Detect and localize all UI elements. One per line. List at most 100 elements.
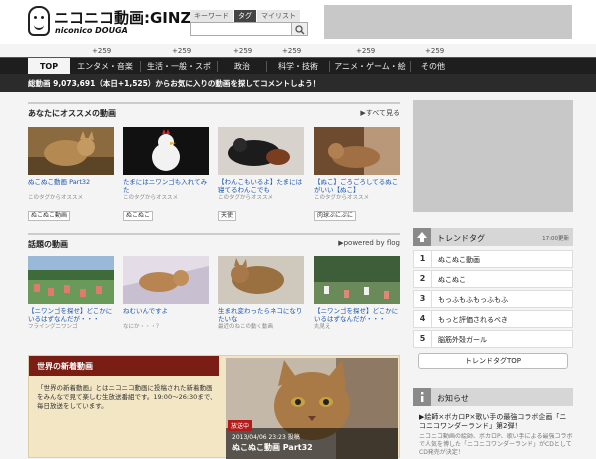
- video-title[interactable]: ぬこぬこ動画 Part32: [28, 178, 114, 194]
- search-tabs: キーワード タグ マイリスト: [190, 10, 301, 22]
- video-title[interactable]: 【ニワンゴを探せ】どこかにいるはずなんだが・・・: [314, 307, 400, 323]
- trend-updated-time: 17:00更新: [542, 236, 569, 242]
- search-tab-mylist[interactable]: マイリスト: [257, 10, 300, 22]
- arrow-up-icon: [413, 228, 431, 246]
- video-subtitle: 最近のねこの動く動画: [218, 324, 274, 330]
- search-icon: [295, 25, 305, 35]
- count-badge: +259: [92, 47, 112, 55]
- video-title[interactable]: ねむいんですよ: [123, 307, 209, 323]
- video-title[interactable]: 生まれ変わったらネコになりたいな: [218, 307, 304, 323]
- trend-tag-item[interactable]: 1 ぬこぬこ動画: [413, 250, 573, 268]
- video-thumbnail[interactable]: [28, 127, 114, 175]
- video-title[interactable]: 【ニワンゴを探せ】どこかにいるはずなんだが・・・: [28, 307, 114, 323]
- video-card[interactable]: ねむいんですよ なにか・・・？: [123, 256, 209, 331]
- world-new-videos: 世界の新着動画 「世界の新着動画」とはニコニコ動画に投稿された新着動画をみんなで…: [28, 355, 400, 459]
- world-video-title[interactable]: ぬこぬこ動画 Part32: [232, 442, 313, 453]
- video-thumbnail[interactable]: [218, 127, 304, 175]
- trend-tag-label[interactable]: もっと評価されるべき: [438, 315, 508, 325]
- count-badge: +259: [282, 47, 302, 55]
- video-thumbnail[interactable]: [314, 256, 400, 304]
- video-thumbnail[interactable]: [28, 256, 114, 304]
- category-counts: +259 +259 +259 +259 +259 +259: [0, 44, 596, 58]
- trend-tag-label[interactable]: もっふもふもっふもふ: [438, 295, 508, 305]
- video-title[interactable]: たまにはニワンゴも入れてみた: [123, 178, 209, 194]
- nav-tab-top[interactable]: TOP: [28, 58, 70, 75]
- nav-tab-entertainment[interactable]: エンタメ・音楽: [70, 58, 140, 75]
- video-thumbnail[interactable]: [218, 256, 304, 304]
- trend-tags-header: トレンドタグ 17:00更新: [413, 228, 573, 246]
- trend-tag-label[interactable]: ぬこぬこ: [438, 275, 466, 285]
- trend-tag-item[interactable]: 5 脳筋外殻ガール: [413, 330, 573, 348]
- notice-body: ニコニコ動画の絵師、ボカロP、歌い手による最強コラボで人気を博した「ニコニコワン…: [419, 433, 573, 456]
- video-title[interactable]: 【わんこもいるよ】たまには寝てるわんこでも: [218, 178, 304, 194]
- search-input[interactable]: [190, 22, 292, 36]
- world-video-player[interactable]: 放送中 2013/04/06 23:23 投稿 ぬこぬこ動画 Part32: [226, 358, 398, 459]
- trend-tag-label[interactable]: ぬこぬこ動画: [438, 255, 480, 265]
- nav-tab-anime[interactable]: アニメ・ゲーム・絵: [330, 58, 410, 75]
- search-tab-tag[interactable]: タグ: [234, 10, 256, 22]
- mascot-icon: [28, 6, 50, 36]
- video-title[interactable]: 【ぬこ】ごろごろしてるぬこがいい【ぬこ】: [314, 178, 400, 194]
- count-badge: +259: [425, 47, 445, 55]
- video-card[interactable]: 【わんこもいるよ】たまには寝てるわんこでも このタグからオススメ 天使: [218, 127, 304, 221]
- video-reason: このタグからオススメ: [123, 195, 179, 201]
- count-badge: +259: [233, 47, 253, 55]
- video-tag[interactable]: ぬこぬこ: [123, 211, 154, 221]
- video-reason: このタグからオススメ: [28, 195, 84, 201]
- trend-top-button[interactable]: トレンドタグTOP: [418, 353, 568, 369]
- trend-tag-label[interactable]: 脳筋外殻ガール: [438, 335, 487, 345]
- site-logo[interactable]: ニコニコ動画:GINZA niconico DOUGA: [28, 6, 203, 38]
- trend-rank: 2: [414, 271, 432, 287]
- header-ad-banner[interactable]: [324, 5, 572, 39]
- notice-title: お知らせ: [437, 394, 469, 403]
- recommend-header: あなたにオススメの動画 ▶すべて見る: [28, 102, 400, 118]
- video-reason: このタグからオススメ: [314, 195, 370, 201]
- trend-rank: 1: [414, 251, 432, 267]
- see-all-link[interactable]: ▶すべて見る: [360, 108, 400, 118]
- video-card[interactable]: 【ニワンゴを探せ】どこかにいるはずなんだが・・・ 丸見え: [314, 256, 400, 331]
- nav-tab-other[interactable]: その他: [411, 58, 455, 75]
- stats-text: 総動画 9,073,691（本日+1,525）からお気に入りの動画を探してコメン…: [28, 79, 321, 88]
- powered-by-link[interactable]: ▶powered by flog: [338, 239, 400, 247]
- trend-tags-title: トレンドタグ: [437, 234, 485, 243]
- video-card[interactable]: 生まれ変わったらネコになりたいな 最近のねこの動く動画: [218, 256, 304, 331]
- section-title: 話題の動画: [28, 240, 68, 249]
- video-thumbnail[interactable]: [123, 127, 209, 175]
- sidebar-ad-banner[interactable]: [413, 100, 573, 212]
- count-badge: +259: [172, 47, 192, 55]
- notice-headline[interactable]: ▶絵師×ボカロP×歌い手の最強コラボ企画「ニコニコワンダーランド」第2弾！: [419, 413, 573, 431]
- trend-rank: 4: [414, 311, 432, 327]
- trend-tag-item[interactable]: 4 もっと評価されるべき: [413, 310, 573, 328]
- video-card[interactable]: たまにはニワンゴも入れてみた このタグからオススメ ぬこぬこ: [123, 127, 209, 221]
- stats-bar: 総動画 9,073,691（本日+1,525）からお気に入りの動画を探してコメン…: [0, 74, 596, 92]
- video-card[interactable]: 【ニワンゴを探せ】どこかにいるはずなんだが・・・ フライングニワンゴ: [28, 256, 114, 331]
- nav-tab-politics[interactable]: 政治: [218, 58, 266, 75]
- logo-text: ニコニコ動画:GINZA: [54, 9, 203, 27]
- video-tag[interactable]: ぬこぬこ動画: [28, 211, 71, 221]
- video-card[interactable]: ぬこぬこ動画 Part32 このタグからオススメ ぬこぬこ動画: [28, 127, 114, 221]
- category-nav: TOP エンタメ・音楽 生活・一般・スポ 政治 科学・技術 アニメ・ゲーム・絵 …: [0, 57, 596, 75]
- search-button[interactable]: [292, 22, 308, 36]
- trend-tag-item[interactable]: 3 もっふもふもっふもふ: [413, 290, 573, 308]
- live-badge: 放送中: [228, 420, 253, 431]
- nav-tab-science[interactable]: 科学・技術: [267, 58, 329, 75]
- video-tag[interactable]: 天使: [218, 211, 237, 221]
- nav-tab-life[interactable]: 生活・一般・スポ: [141, 58, 217, 75]
- video-tag[interactable]: 肉球ぷにぷに: [314, 211, 357, 221]
- video-thumbnail[interactable]: [314, 127, 400, 175]
- info-icon: [413, 388, 431, 406]
- trend-rank: 3: [414, 291, 432, 307]
- logo-subtext: niconico DOUGA: [55, 26, 128, 35]
- world-title: 世界の新着動画: [37, 362, 93, 371]
- topics-header: 話題の動画 ▶powered by flog: [28, 233, 400, 249]
- trend-rank: 5: [414, 331, 432, 347]
- site-header: ニコニコ動画:GINZA niconico DOUGA キーワード タグ マイリ…: [0, 0, 596, 44]
- video-subtitle: なにか・・・？: [123, 324, 162, 330]
- video-card[interactable]: 【ぬこ】ごろごろしてるぬこがいい【ぬこ】 このタグからオススメ 肉球ぷにぷに: [314, 127, 400, 221]
- section-title: あなたにオススメの動画: [28, 109, 116, 118]
- video-thumbnail[interactable]: [123, 256, 209, 304]
- trend-tag-item[interactable]: 2 ぬこぬこ: [413, 270, 573, 288]
- video-reason: このタグからオススメ: [218, 195, 274, 201]
- search-tab-keyword[interactable]: キーワード: [190, 10, 233, 22]
- video-subtitle: 丸見え: [314, 324, 331, 330]
